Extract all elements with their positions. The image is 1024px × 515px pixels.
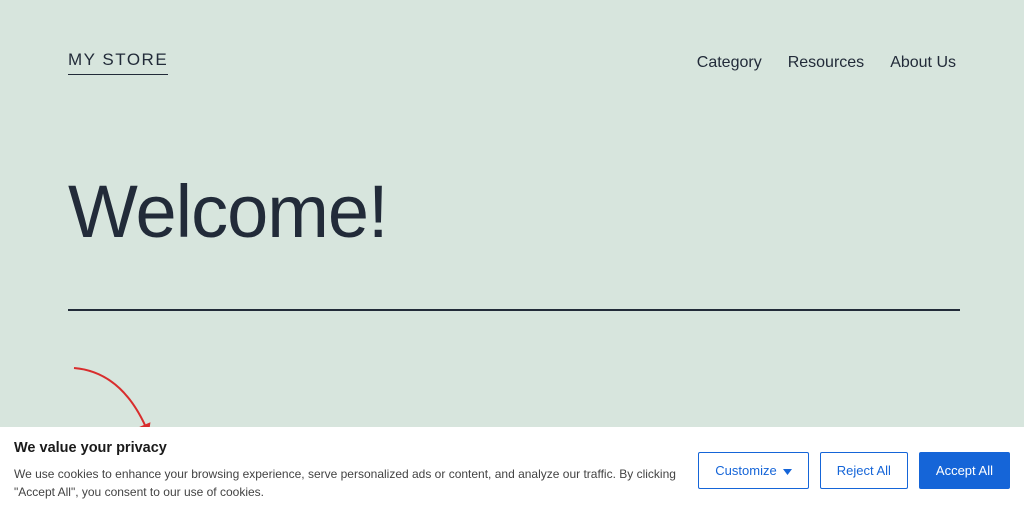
page: MY STORE Category Resources About Us Wel… (0, 0, 1024, 515)
nav-category[interactable]: Category (697, 54, 762, 72)
accept-all-button[interactable]: Accept All (919, 452, 1010, 489)
customize-button[interactable]: Customize (698, 452, 808, 489)
hero-divider (68, 309, 960, 311)
site-logo[interactable]: MY STORE (68, 50, 168, 75)
nav-about-us[interactable]: About Us (890, 54, 956, 72)
cookie-description: We use cookies to enhance your browsing … (14, 465, 686, 502)
header: MY STORE Category Resources About Us (0, 0, 1024, 75)
accept-button-label: Accept All (936, 463, 993, 478)
caret-down-icon (783, 463, 792, 478)
cookie-text: We value your privacy We use cookies to … (14, 440, 686, 502)
cookie-actions: Customize Reject All Accept All (698, 452, 1010, 489)
reject-button-label: Reject All (837, 463, 891, 478)
hero-section: Welcome! (0, 75, 1024, 311)
nav-resources[interactable]: Resources (788, 54, 864, 72)
reject-all-button[interactable]: Reject All (820, 452, 908, 489)
customize-button-label: Customize (715, 463, 776, 478)
cookie-title: We value your privacy (14, 440, 686, 456)
primary-nav: Category Resources About Us (697, 54, 956, 72)
cookie-banner: We value your privacy We use cookies to … (0, 427, 1024, 515)
hero-title: Welcome! (68, 175, 956, 249)
